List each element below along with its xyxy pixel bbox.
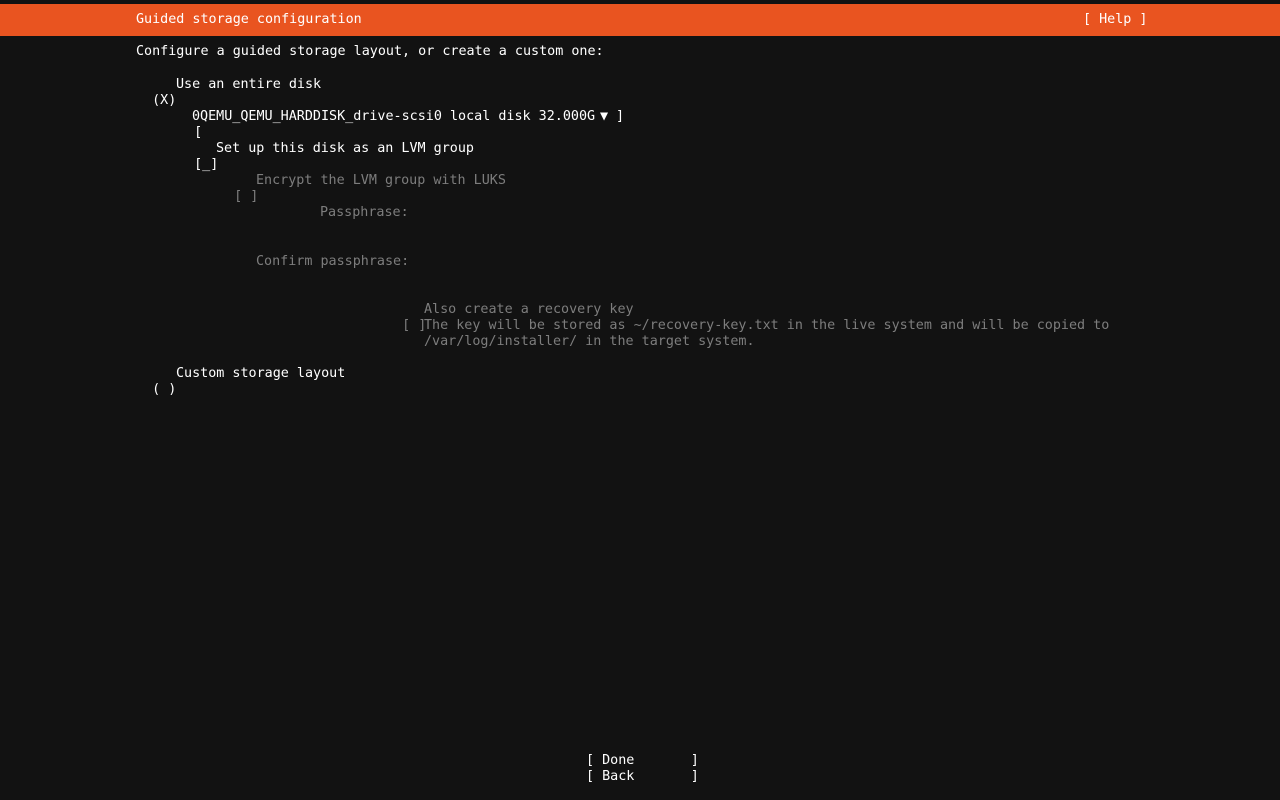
entire-disk-radio[interactable]: (X) bbox=[152, 93, 176, 108]
custom-layout-option[interactable]: ( ) Custom storage layout bbox=[136, 366, 345, 414]
done-button[interactable]: [ Done ] bbox=[586, 753, 699, 769]
entire-disk-label: Use an entire disk bbox=[176, 77, 322, 92]
recovery-key-label: Also create a recovery key bbox=[424, 302, 634, 317]
lvm-label: Set up this disk as an LVM group bbox=[216, 141, 474, 156]
lvm-checkbox[interactable]: [_] bbox=[194, 157, 218, 172]
disk-select-close-bracket: ] bbox=[616, 109, 625, 124]
recovery-key-checkbox[interactable]: [ ] bbox=[402, 318, 426, 333]
disk-select-value: 0QEMU_QEMU_HARDDISK_drive-scsi0 local di… bbox=[192, 109, 596, 124]
back-button[interactable]: [ Back ] bbox=[586, 769, 699, 785]
recovery-key-description-2: /var/log/installer/ in the target system… bbox=[424, 334, 755, 349]
passphrase-label: Passphrase: bbox=[320, 205, 409, 220]
entire-disk-option[interactable]: (X) Use an entire disk bbox=[136, 77, 321, 125]
encrypt-label: Encrypt the LVM group with LUKS bbox=[256, 173, 506, 188]
page-title: Guided storage configuration bbox=[136, 12, 362, 27]
encrypt-option[interactable]: [ ] Encrypt the LVM group with LUKS bbox=[218, 173, 506, 221]
recovery-key-description-1: The key will be stored as ~/recovery-key… bbox=[424, 318, 1110, 333]
lvm-option[interactable]: [_] Set up this disk as an LVM group bbox=[178, 141, 474, 189]
dropdown-arrow-icon: ▼ bbox=[600, 109, 609, 124]
encrypt-checkbox[interactable]: [ ] bbox=[234, 189, 258, 204]
intro-text: Configure a guided storage layout, or cr… bbox=[136, 44, 604, 59]
custom-layout-label: Custom storage layout bbox=[176, 366, 346, 381]
disk-select-open-bracket: [ bbox=[194, 125, 203, 140]
confirm-passphrase-label: Confirm passphrase: bbox=[256, 254, 410, 269]
recovery-key-option[interactable]: [ ] Also create a recovery key bbox=[386, 302, 633, 350]
help-button[interactable]: [ Help ] bbox=[1083, 12, 1148, 28]
custom-layout-radio[interactable]: ( ) bbox=[152, 382, 176, 397]
